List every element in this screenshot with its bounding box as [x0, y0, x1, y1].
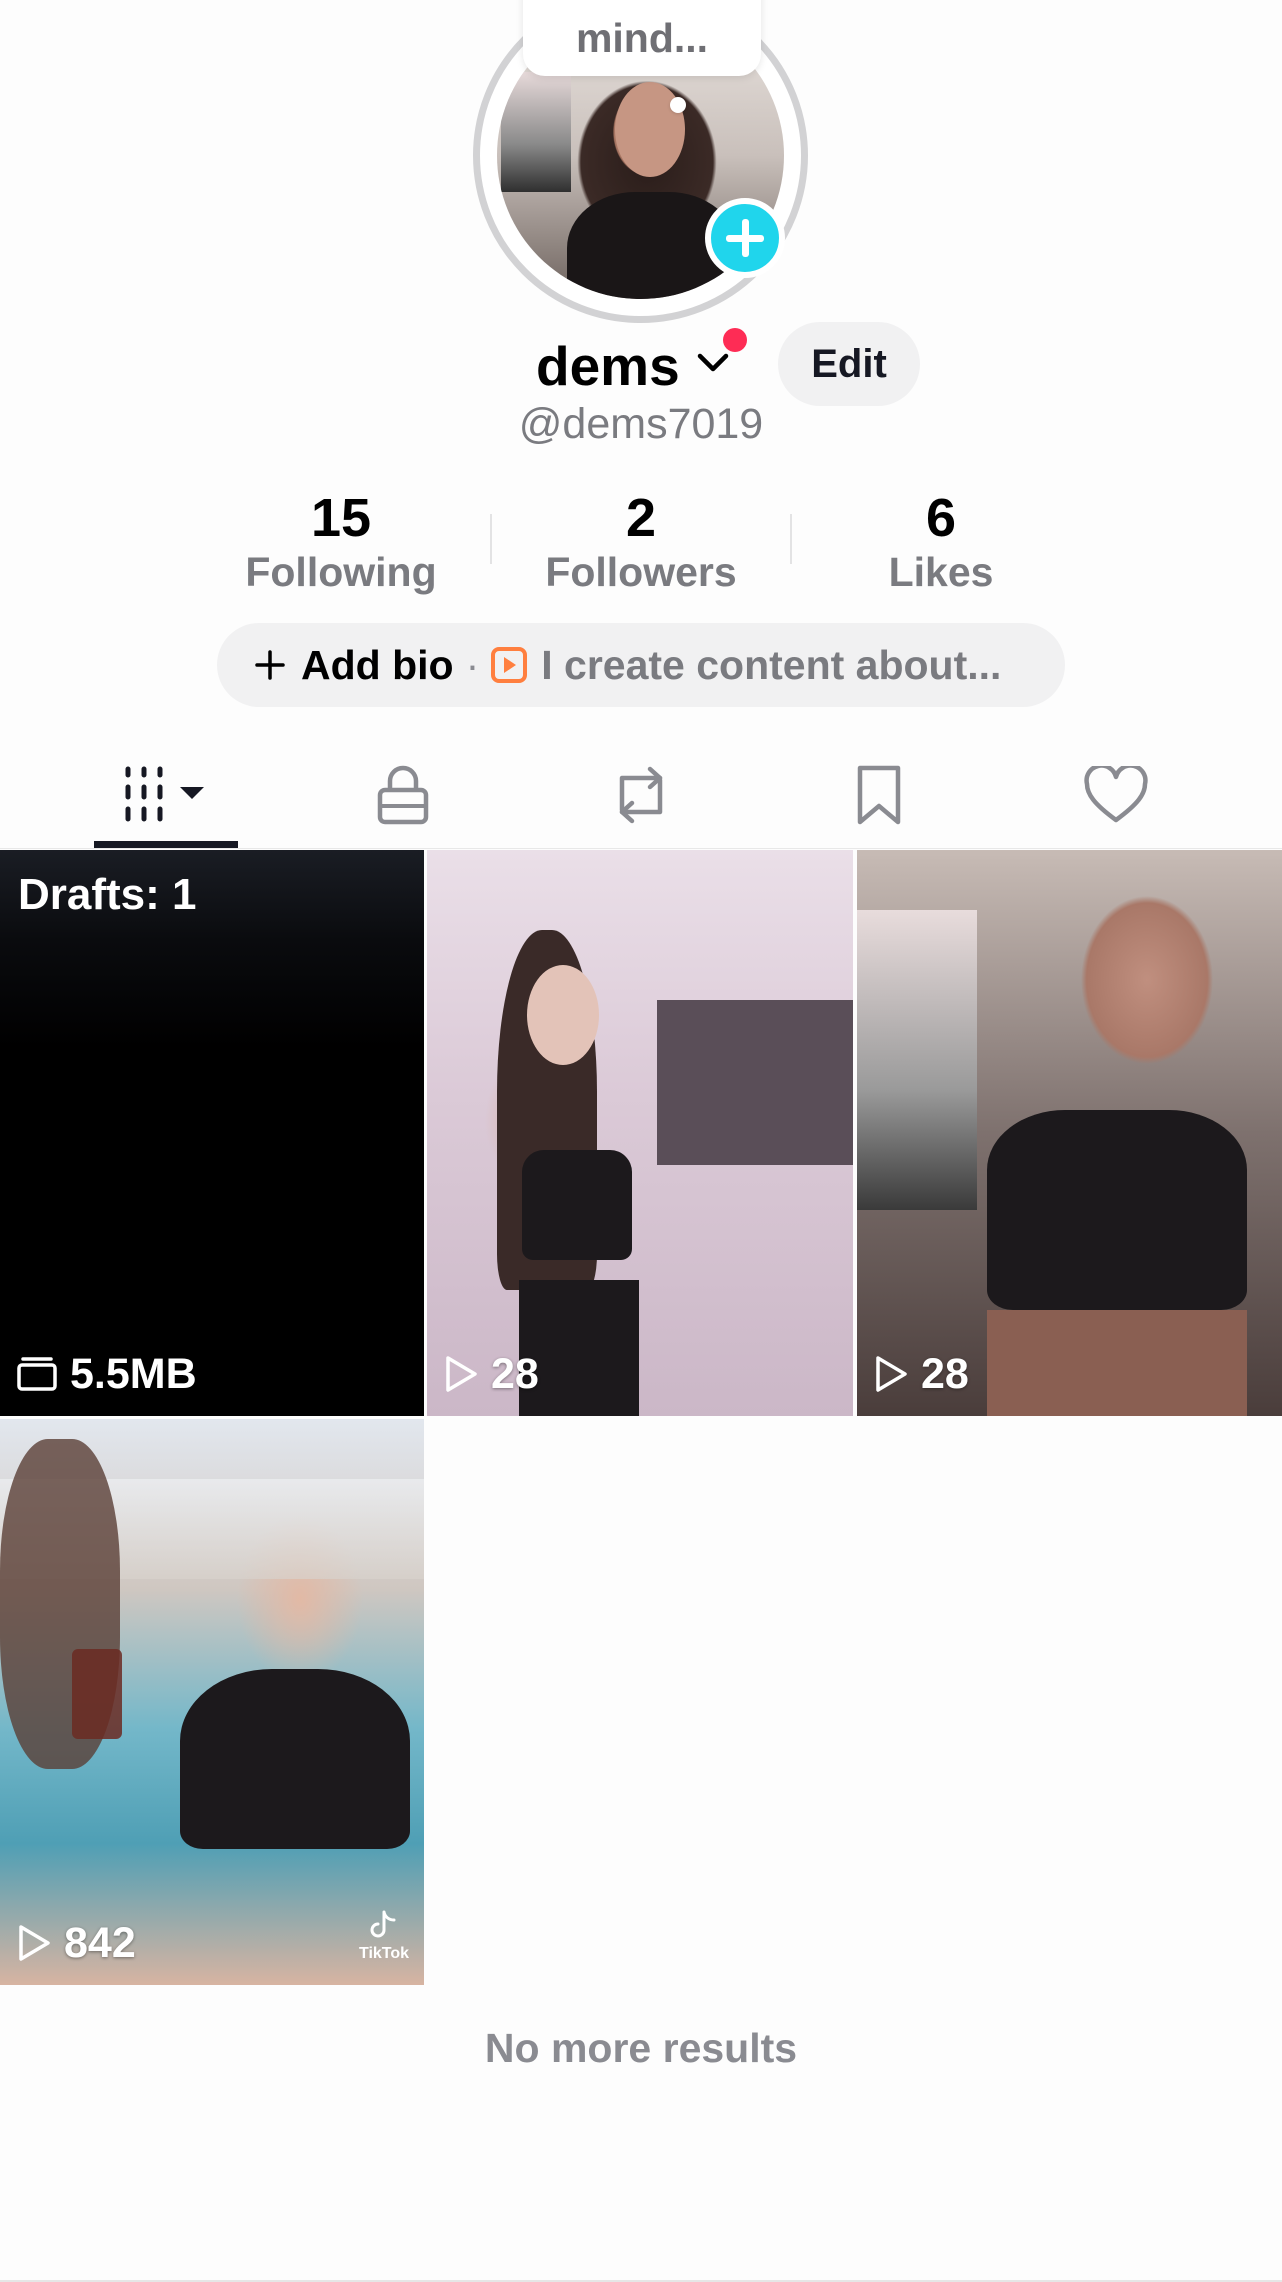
view-count-value: 842	[64, 1918, 136, 1967]
view-count: 28	[443, 1346, 539, 1402]
display-name[interactable]: dems	[536, 334, 680, 398]
tab-favorites[interactable]	[789, 740, 969, 850]
folder-icon	[17, 1357, 57, 1391]
drafts-size: 5.5MB	[16, 1346, 197, 1402]
play-icon	[446, 1356, 477, 1392]
tab-reposts[interactable]	[551, 740, 731, 850]
chevron-down-icon[interactable]	[695, 344, 731, 380]
video-thumbnail-glass	[72, 1649, 122, 1739]
edit-profile-button[interactable]: Edit	[778, 322, 920, 406]
name-row: dems Edit	[0, 322, 1282, 412]
add-bio-button[interactable]: Add bio · I create content about...	[217, 623, 1065, 707]
repost-icon	[619, 766, 663, 824]
username: @dems7019	[518, 400, 764, 448]
no-more-results: No more results	[484, 2025, 798, 2071]
video-thumbnail-poster	[857, 910, 977, 1210]
play-square-icon	[491, 647, 528, 683]
video-thumbnail-top	[522, 1150, 632, 1260]
note-bubble-text: mind...	[575, 15, 709, 61]
stat-label: Likes	[888, 549, 994, 595]
video-tile[interactable]: 28	[857, 850, 1282, 1416]
stat-value: 2	[625, 488, 657, 548]
video-thumbnail-face	[527, 965, 599, 1065]
tiktok-watermark-text: TikTok	[358, 1945, 410, 1962]
stat-value: 6	[925, 488, 957, 548]
avatar-photo-face	[615, 82, 685, 177]
tiktok-logo-icon	[370, 1910, 396, 1938]
lock-icon	[377, 765, 429, 825]
profile-stats: 15 Following 2 Followers 6 Likes	[0, 490, 1282, 600]
profile-tabs	[0, 740, 1282, 850]
plus-icon	[255, 650, 285, 680]
play-icon	[876, 1356, 907, 1392]
drafts-tile[interactable]: Drafts: 1 5.5MB	[0, 850, 424, 1416]
active-tab-indicator	[94, 841, 238, 848]
bio-separator: ·	[465, 641, 480, 688]
stat-label: Followers	[545, 549, 737, 595]
video-tile[interactable]: 842 TikTok	[0, 1419, 424, 1985]
bio-suggestion: I create content about...	[541, 641, 1002, 688]
video-tile[interactable]: 28	[427, 850, 853, 1416]
view-count-value: 28	[491, 1349, 539, 1398]
stat-followers[interactable]: 2 Followers	[511, 490, 771, 598]
tabs-divider	[0, 848, 1282, 849]
add-story-plus-icon[interactable]	[705, 198, 785, 278]
note-bubble-tail	[670, 97, 686, 113]
stat-divider	[490, 514, 492, 564]
tab-private[interactable]	[313, 740, 493, 850]
tab-videos[interactable]	[76, 740, 256, 850]
view-count: 28	[873, 1346, 969, 1402]
note-bubble[interactable]: mind...	[523, 0, 761, 76]
stat-value: 15	[310, 488, 372, 548]
grid-videos-icon	[125, 766, 204, 822]
stat-label: Following	[245, 549, 437, 595]
tab-liked[interactable]	[1026, 740, 1206, 850]
stat-likes[interactable]: 6 Likes	[811, 490, 1071, 598]
avatar-photo-poster	[501, 72, 571, 192]
video-thumbnail-top	[180, 1669, 410, 1849]
stat-divider	[790, 514, 792, 564]
view-count: 842	[16, 1915, 136, 1971]
bookmark-icon	[857, 765, 901, 825]
add-bio-label: Add bio	[301, 641, 454, 688]
play-icon	[19, 1925, 50, 1961]
drafts-label: Drafts: 1	[18, 870, 197, 919]
profile-screen: mind... dems Edit @dems7019 15 Following…	[0, 0, 1282, 2282]
tiktok-watermark: TikTok	[354, 1910, 414, 1963]
video-thumbnail-top	[987, 1110, 1247, 1310]
video-thumbnail-poster	[657, 1000, 853, 1165]
notification-dot	[723, 328, 747, 352]
stat-following[interactable]: 15 Following	[211, 490, 471, 598]
view-count-value: 28	[921, 1349, 969, 1398]
video-thumbnail-skin	[987, 1310, 1247, 1416]
heart-icon	[1084, 766, 1148, 823]
drafts-size-value: 5.5MB	[70, 1349, 197, 1398]
